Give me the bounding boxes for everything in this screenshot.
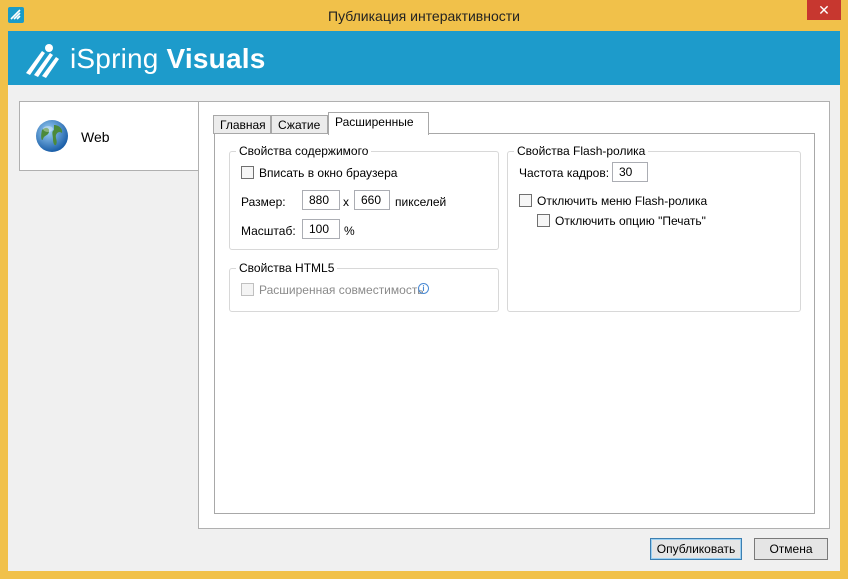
ispring-logo-icon <box>22 43 64 82</box>
info-icon[interactable]: i <box>418 283 429 294</box>
brand-name-light: iSpring <box>70 43 159 74</box>
sidebar-item-web[interactable]: Web <box>19 101 200 171</box>
publish-button[interactable]: Опубликовать <box>650 538 742 560</box>
content-properties-group: Свойства содержимого Вписать в окно брау… <box>229 144 499 250</box>
flash-properties-group: Свойства Flash-ролика Частота кадров: 30… <box>507 144 801 312</box>
extended-compat-label: Расширенная совместимость <box>259 283 424 297</box>
brand-name: iSpring Visuals <box>70 43 266 75</box>
sidebar-item-label: Web <box>81 129 110 145</box>
group-title: Свойства HTML5 <box>236 261 338 275</box>
disable-print-checkbox[interactable] <box>537 214 550 227</box>
advanced-tab-page: Свойства содержимого Вписать в окно брау… <box>214 133 815 514</box>
header-banner: iSpring Visuals <box>8 31 840 90</box>
group-title: Свойства содержимого <box>236 144 372 158</box>
cancel-button[interactable]: Отмена <box>754 538 828 560</box>
disable-flash-menu-label: Отключить меню Flash-ролика <box>537 194 708 208</box>
disable-print-label: Отключить опцию "Печать" <box>555 214 706 228</box>
width-input[interactable]: 880 <box>302 190 340 210</box>
dialog-window: Публикация интерактивности ✕ iSpring Vis… <box>0 0 848 579</box>
extended-compat-checkbox[interactable] <box>241 283 254 296</box>
brand-name-bold: Visuals <box>166 43 266 74</box>
times-label: x <box>343 195 349 209</box>
fit-browser-label: Вписать в окно браузера <box>259 166 398 180</box>
group-title: Свойства Flash-ролика <box>514 144 649 158</box>
scale-input[interactable]: 100 <box>302 219 340 239</box>
fps-input[interactable]: 30 <box>612 162 648 182</box>
dialog-client: iSpring Visuals Web Главная Сжатие Расши… <box>8 31 840 571</box>
tab-compression[interactable]: Сжатие <box>271 115 328 134</box>
close-button[interactable]: ✕ <box>807 0 841 20</box>
disable-flash-menu-checkbox[interactable] <box>519 194 532 207</box>
fps-label: Частота кадров: <box>519 166 610 180</box>
globe-icon <box>34 118 70 157</box>
window-title: Публикация интерактивности <box>328 8 520 24</box>
pixels-label: пикселей <box>395 195 447 209</box>
scale-label: Масштаб: <box>241 224 296 238</box>
tab-main[interactable]: Главная <box>213 115 271 134</box>
size-label: Размер: <box>241 195 286 209</box>
tab-advanced[interactable]: Расширенные <box>328 112 429 135</box>
height-input[interactable]: 660 <box>354 190 390 210</box>
html5-properties-group: Свойства HTML5 Расширенная совместимость… <box>229 261 499 312</box>
fit-browser-checkbox[interactable] <box>241 166 254 179</box>
title-bar[interactable]: Публикация интерактивности ✕ <box>0 0 848 31</box>
percent-label: % <box>344 224 355 238</box>
